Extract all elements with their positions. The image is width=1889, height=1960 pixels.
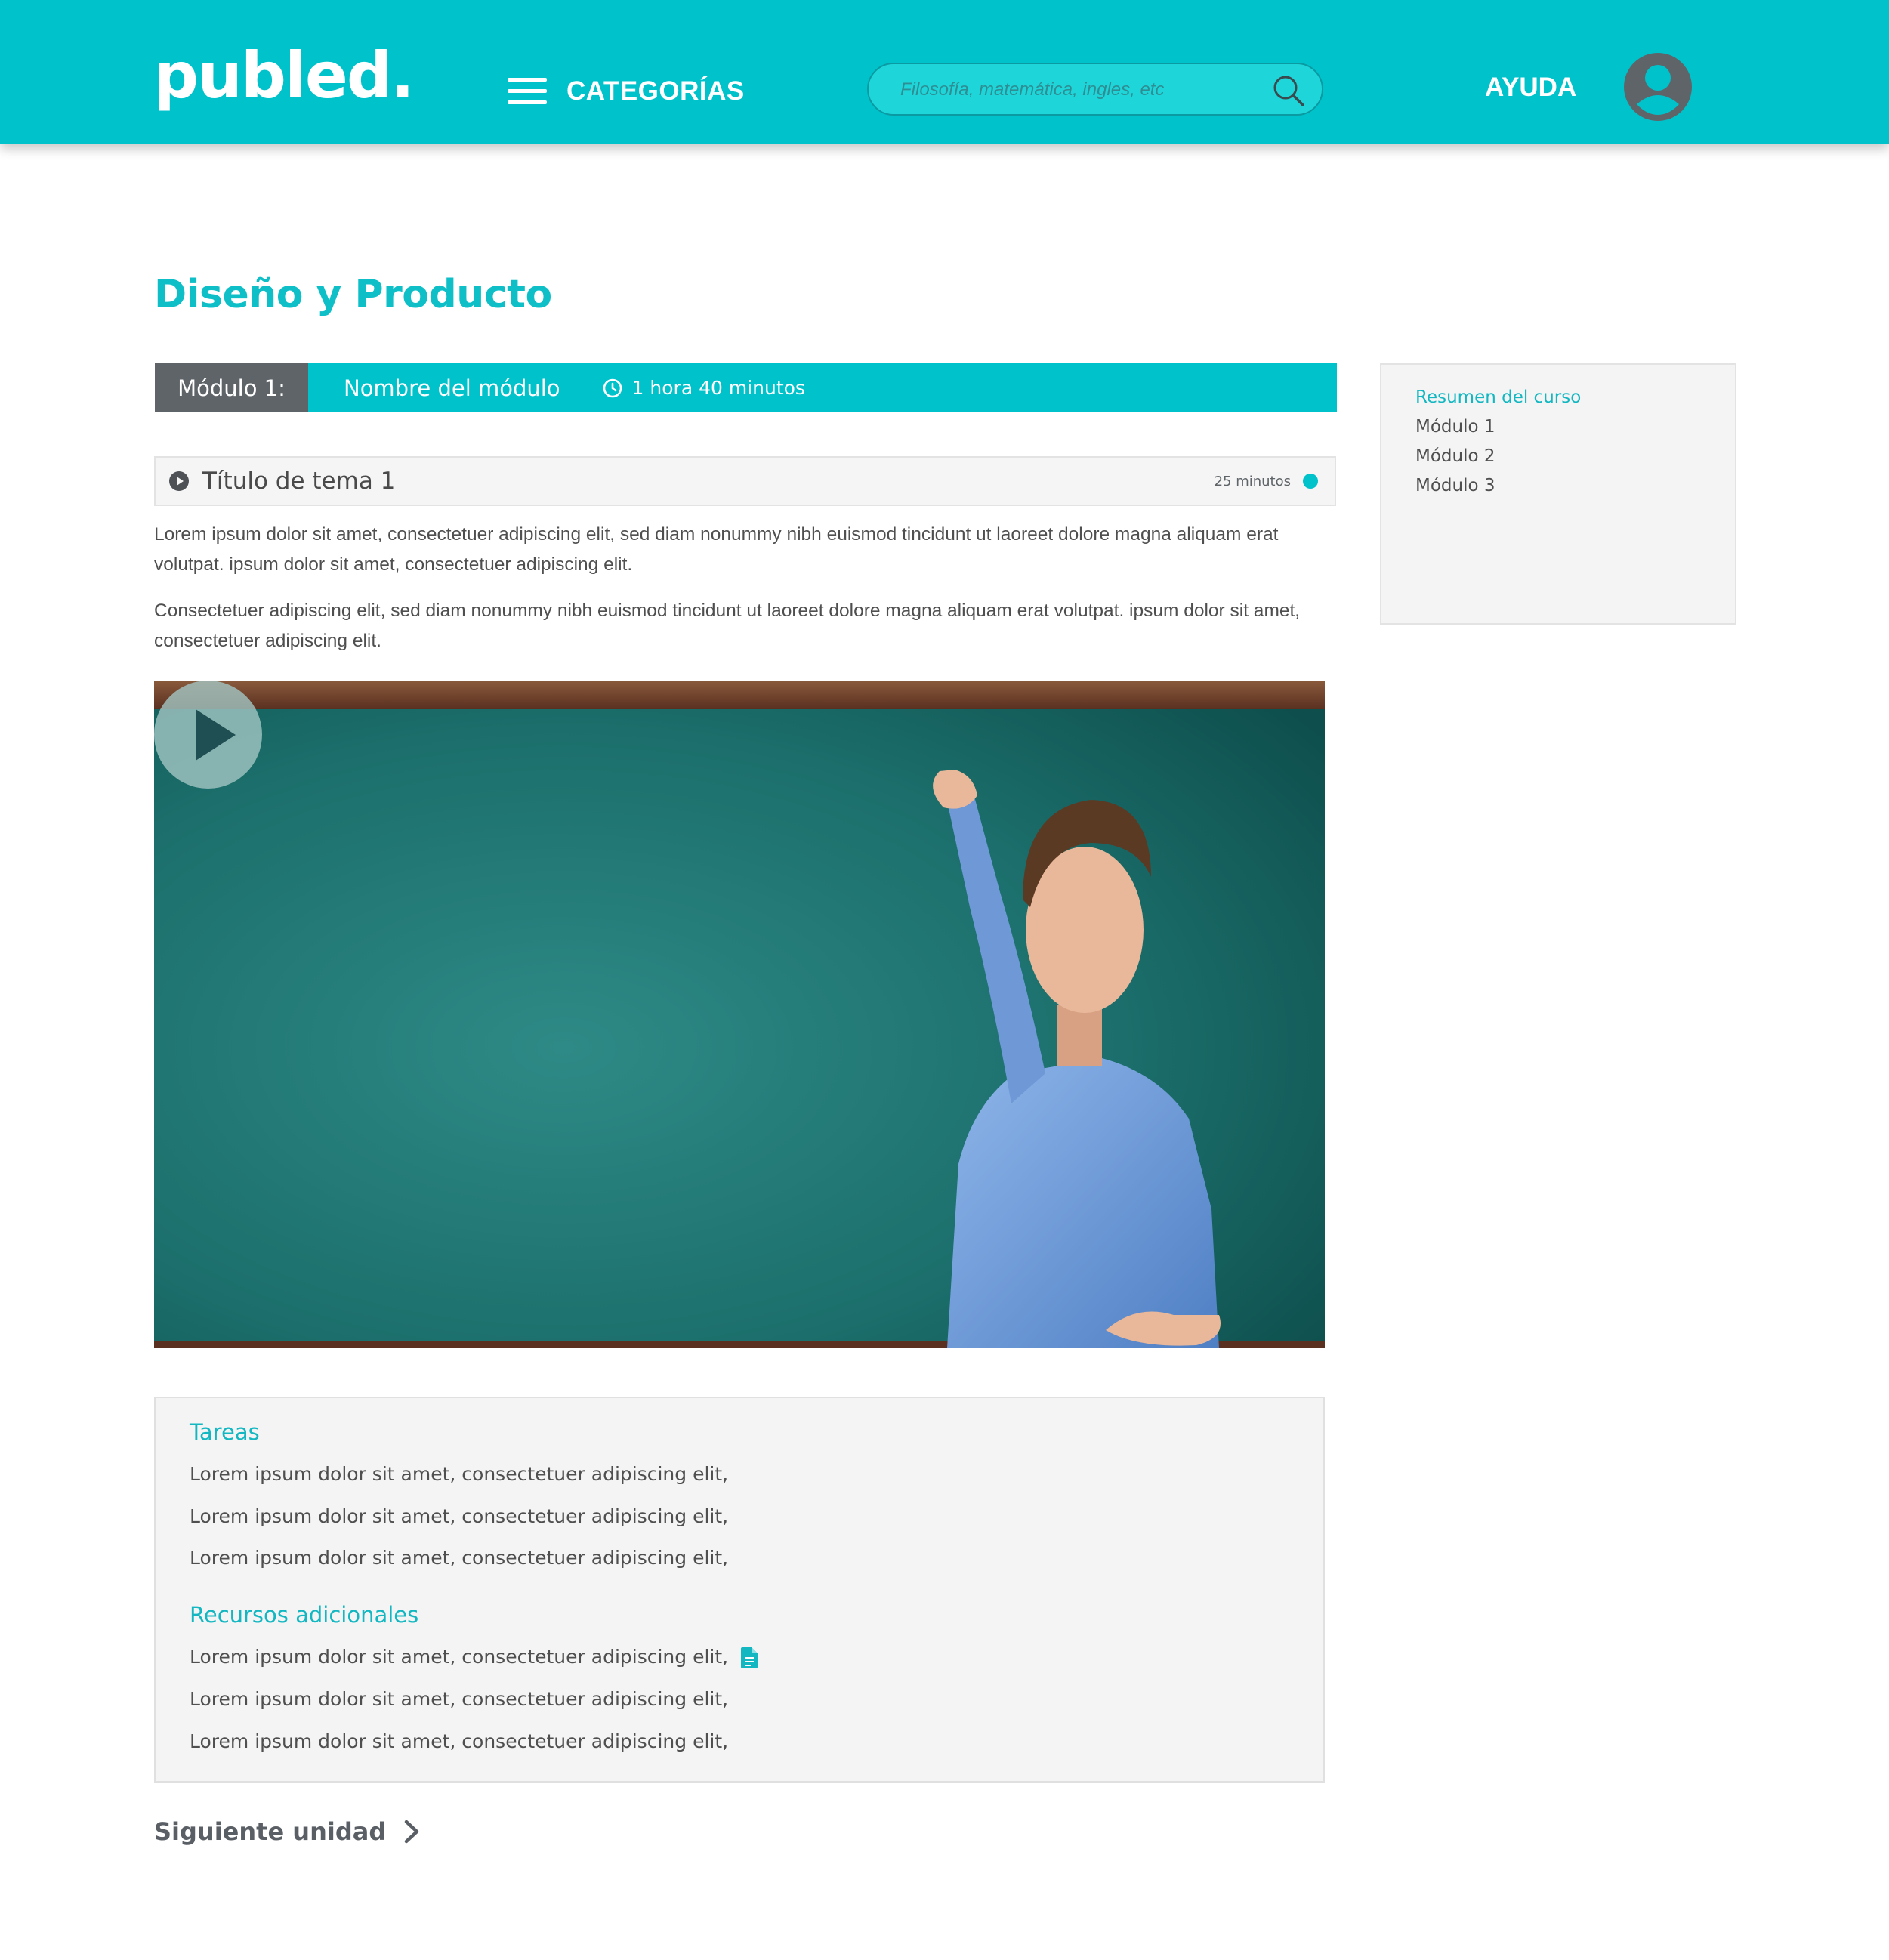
sidebar-item-module-1[interactable]: Módulo 1	[1415, 417, 1495, 437]
sidebar-item-module-2[interactable]: Módulo 2	[1415, 446, 1495, 466]
video-thumbnail	[154, 681, 1325, 1348]
sidebar-item-course-summary[interactable]: Resumen del curso	[1415, 387, 1581, 407]
tasks-resources-panel: Tareas Lorem ipsum dolor sit amet, conse…	[154, 1397, 1325, 1783]
module-duration-text: 1 hora 40 minutos	[631, 377, 805, 399]
topic-paragraph-1: Lorem ipsum dolor sit amet, consectetuer…	[154, 524, 1279, 575]
search-box	[867, 63, 1323, 116]
resources-heading: Recursos adicionales	[190, 1602, 419, 1628]
tasks-heading: Tareas	[190, 1419, 260, 1445]
top-nav-bar: publed. CATEGORÍAS AYUDA	[0, 0, 1889, 144]
logo[interactable]: publed.	[153, 44, 415, 107]
clock-icon	[603, 378, 622, 397]
resource-item[interactable]: Lorem ipsum dolor sit amet, consectetuer…	[190, 1730, 728, 1752]
topic-duration: 25 minutos	[1214, 473, 1291, 489]
module-header-bar: Módulo 1: Nombre del módulo 1 hora 40 mi…	[155, 363, 1337, 412]
module-name: Nombre del módulo	[344, 375, 560, 401]
chevron-right-icon	[404, 1820, 419, 1844]
task-item[interactable]: Lorem ipsum dolor sit amet, consectetuer…	[190, 1463, 728, 1485]
topic-row[interactable]: Título de tema 1 25 minutos	[154, 456, 1336, 506]
task-item[interactable]: Lorem ipsum dolor sit amet, consectetuer…	[190, 1547, 728, 1569]
avatar-icon[interactable]	[1624, 53, 1692, 121]
categories-label: CATEGORÍAS	[566, 76, 745, 106]
status-dot	[1303, 474, 1318, 489]
task-item[interactable]: Lorem ipsum dolor sit amet, consectetuer…	[190, 1505, 728, 1527]
next-unit-link[interactable]: Siguiente unidad	[154, 1817, 421, 1846]
hamburger-icon	[508, 78, 547, 105]
topic-title: Título de tema 1	[202, 468, 396, 495]
topic-paragraph-2: Consectetuer adipiscing elit, sed diam n…	[154, 600, 1301, 651]
module-duration: 1 hora 40 minutos	[602, 377, 805, 399]
next-unit-label: Siguiente unidad	[154, 1817, 387, 1846]
document-icon[interactable]	[741, 1647, 758, 1668]
resource-item[interactable]: Lorem ipsum dolor sit amet, consectetuer…	[190, 1646, 728, 1668]
search-icon[interactable]	[1271, 73, 1306, 108]
video-play-button[interactable]	[154, 681, 262, 789]
search-input[interactable]	[899, 64, 1257, 116]
video-player[interactable]	[154, 681, 1325, 1348]
module-number-label: Módulo 1:	[155, 363, 308, 412]
help-link[interactable]: AYUDA	[1485, 73, 1576, 103]
course-sidebar: Resumen del curso Módulo 1 Módulo 2 Módu…	[1380, 363, 1736, 625]
play-icon[interactable]	[169, 471, 189, 491]
resource-item[interactable]: Lorem ipsum dolor sit amet, consectetuer…	[190, 1688, 728, 1710]
categories-menu-button[interactable]: CATEGORÍAS	[508, 73, 745, 110]
sidebar-item-module-3[interactable]: Módulo 3	[1415, 476, 1495, 495]
page-title: Diseño y Producto	[154, 272, 552, 317]
